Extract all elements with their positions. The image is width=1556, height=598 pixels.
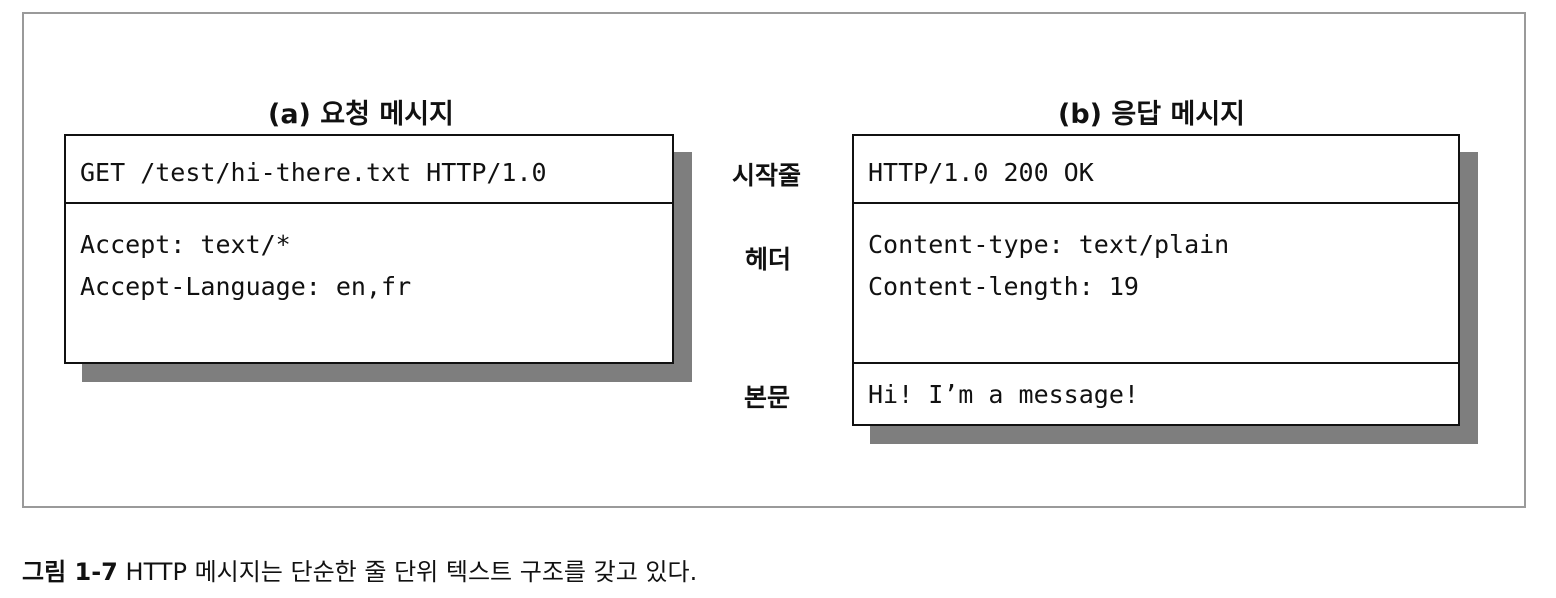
figure-number: 그림 1-7 (22, 558, 118, 586)
request-start-line-section: GET /test/hi-there.txt HTTP/1.0 (66, 136, 672, 204)
response-header-line: Content-type: text/plain (868, 230, 1230, 259)
label-start-line: 시작줄 (732, 161, 802, 190)
response-body-section: Hi! I’m a message! (854, 362, 1458, 424)
request-message-box: GET /test/hi-there.txt HTTP/1.0 Accept: … (64, 134, 674, 364)
response-headers-section: Content-type: text/plain Content-length:… (854, 202, 1458, 364)
label-body: 본문 (744, 383, 791, 412)
response-title: (b) 응답 메시지 (1058, 99, 1246, 130)
request-header-line: Accept-Language: en,fr (80, 272, 412, 301)
figure-caption-text: HTTP 메시지는 단순한 줄 단위 텍스트 구조를 갖고 있다. (125, 558, 698, 586)
response-header-line: Content-length: 19 (868, 272, 1139, 301)
response-start-line: HTTP/1.0 200 OK (868, 158, 1094, 187)
request-header-line: Accept: text/* (80, 230, 291, 259)
figure-caption: 그림 1-7 HTTP 메시지는 단순한 줄 단위 텍스트 구조를 갖고 있다. (22, 552, 697, 587)
request-start-line: GET /test/hi-there.txt HTTP/1.0 (80, 158, 547, 187)
request-headers-section: Accept: text/* Accept-Language: en,fr (66, 202, 672, 362)
request-title: (a) 요청 메시지 (268, 99, 454, 130)
response-message-box: HTTP/1.0 200 OK Content-type: text/plain… (852, 134, 1460, 426)
label-headers: 헤더 (745, 245, 792, 274)
response-start-line-section: HTTP/1.0 200 OK (854, 136, 1458, 204)
response-body-text: Hi! I’m a message! (868, 380, 1139, 409)
